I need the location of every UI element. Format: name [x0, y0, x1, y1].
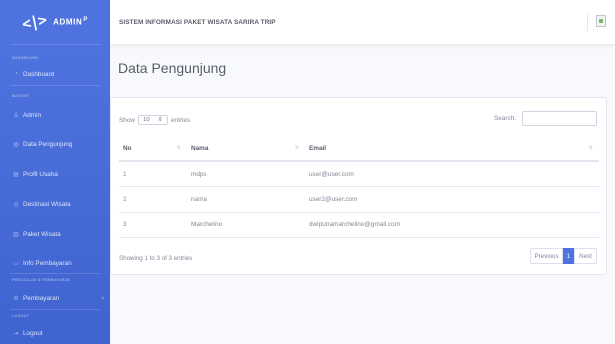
- next-button[interactable]: Next: [574, 248, 597, 264]
- sidebar-item-profil-usaha[interactable]: ▤ Profil Usaha: [12, 168, 104, 180]
- sort-icon: ⇅: [176, 145, 181, 151]
- brand-sup: P: [83, 17, 88, 24]
- topbar-divider: [587, 13, 588, 31]
- data-table: No ⇅ Nama ⇅ Email ⇅ 1 mdps user@user.com 2 …: [119, 136, 599, 238]
- sidebar-item-label: Info Pembayaran: [23, 259, 72, 267]
- sidebar-item-label: Logout: [23, 329, 43, 337]
- sidebar-item-paket-wisata[interactable]: ▥ Paket Wisata: [12, 228, 104, 240]
- cell-email: dwiputramarchelino@gmail.com: [305, 212, 599, 238]
- cell-email: user2@user.com: [305, 186, 599, 213]
- cell-email: user@user.com: [305, 161, 599, 187]
- sidebar-divider: [10, 44, 100, 45]
- sidebar-item-label: Profil Usaha: [23, 170, 58, 178]
- pagination: Previous 1 Next: [530, 248, 597, 264]
- table-header-row: No ⇅ Nama ⇅ Email ⇅: [119, 136, 599, 162]
- sidebar-divider: [10, 309, 100, 310]
- chevron-right-icon: ›: [101, 294, 104, 302]
- sidebar-item-label: Paket Wisata: [23, 230, 61, 238]
- sidebar-heading-penjualan: PENJUALAN & PEMBAYARAN: [12, 278, 71, 282]
- search-control: Search:: [494, 111, 597, 126]
- brand[interactable]: <|> ADMINP: [0, 0, 110, 44]
- sidebar-item-dashboard[interactable]: ◔ Dashboard: [12, 68, 104, 80]
- entries-label: entries: [171, 116, 191, 124]
- sidebar-item-data-pengunjung[interactable]: ◍ Data Pengunjung: [12, 138, 104, 150]
- entries-value: 10: [143, 117, 150, 123]
- sidebar-item-destinasi-wisata[interactable]: ◎ Destinasi Wisata: [12, 198, 104, 210]
- search-input[interactable]: [522, 111, 597, 126]
- cell-nama: nama: [187, 186, 305, 213]
- cell-nama: mdps: [187, 161, 305, 187]
- entries-length-control: Show 10 ⇕ entries: [119, 115, 190, 125]
- package-icon: ▥: [13, 231, 19, 238]
- cell-no: 1: [119, 161, 187, 187]
- sidebar-item-label: Data Pengunjung: [23, 140, 73, 148]
- sidebar-item-label: Pembayaran: [23, 294, 60, 302]
- previous-button[interactable]: Previous: [530, 248, 563, 264]
- search-label: Search:: [493, 115, 516, 122]
- show-label: Show: [119, 116, 135, 124]
- column-header-no[interactable]: No ⇅: [119, 136, 187, 162]
- page-title: Data Pengunjung: [118, 60, 227, 76]
- table-row: 1 mdps user@user.com: [119, 161, 599, 187]
- logout-icon: ⇥: [13, 330, 19, 337]
- entries-select[interactable]: 10 ⇕: [138, 115, 168, 125]
- sidebar-item-logout[interactable]: ⇥ Logout: [12, 327, 104, 339]
- user-avatar-icon[interactable]: [596, 15, 606, 27]
- users-icon: ◍: [13, 141, 19, 148]
- logo-icon: <|>: [20, 10, 48, 34]
- brand-name: ADMIN: [53, 17, 83, 27]
- table-row: 3 Marchelino dwiputramarchelino@gmail.co…: [119, 212, 599, 238]
- table-info: Showing 1 to 3 of 3 entries: [119, 255, 193, 262]
- column-header-nama[interactable]: Nama ⇅: [187, 136, 305, 162]
- sidebar-item-label: Admin: [23, 111, 42, 119]
- column-header-email[interactable]: Email ⇅: [305, 136, 599, 162]
- location-icon: ◎: [13, 201, 19, 208]
- dashboard-icon: ◔: [14, 71, 18, 77]
- sidebar-divider: [10, 85, 100, 86]
- cell-no: 2: [119, 186, 187, 213]
- sidebar-item-admin[interactable]: ♙ Admin: [12, 109, 104, 121]
- sidebar: <|> ADMINP DASHBOARD ◔ Dashboard MASTER …: [0, 0, 110, 344]
- sidebar-divider: [10, 273, 100, 274]
- sidebar-heading-logout: LOGOUT: [12, 314, 30, 318]
- sort-icon: ⇅: [588, 145, 593, 151]
- card-icon: ▭: [13, 260, 19, 267]
- page-1-button[interactable]: 1: [563, 248, 574, 264]
- sidebar-item-label: Dashboard: [23, 70, 55, 78]
- sidebar-item-pembayaran[interactable]: ⚙ Pembayaran ›: [12, 292, 104, 304]
- profile-icon: ▤: [13, 171, 19, 178]
- cell-nama: Marchelino: [187, 212, 305, 238]
- cell-no: 3: [119, 212, 187, 238]
- user-icon: ♙: [13, 112, 19, 119]
- sidebar-item-info-pembayaran[interactable]: ▭ Info Pembayaran: [12, 257, 104, 269]
- sidebar-item-label: Destinasi Wisata: [23, 200, 71, 208]
- sort-icon: ⇅: [294, 145, 299, 151]
- payment-icon: ⚙: [13, 295, 19, 302]
- select-arrows-icon: ⇕: [157, 117, 163, 123]
- app-title: SISTEM INFORMASI PAKET WISATA SARIRA TRI…: [119, 18, 276, 26]
- sidebar-heading-dashboard: DASHBOARD: [12, 56, 39, 60]
- sidebar-heading-master: MASTER: [12, 94, 29, 98]
- topbar: SISTEM INFORMASI PAKET WISATA SARIRA TRI…: [110, 0, 615, 44]
- table-row: 2 nama user2@user.com: [119, 186, 599, 213]
- data-table-card: Show 10 ⇕ entries Search: No ⇅ Nama ⇅ Emai…: [110, 97, 607, 275]
